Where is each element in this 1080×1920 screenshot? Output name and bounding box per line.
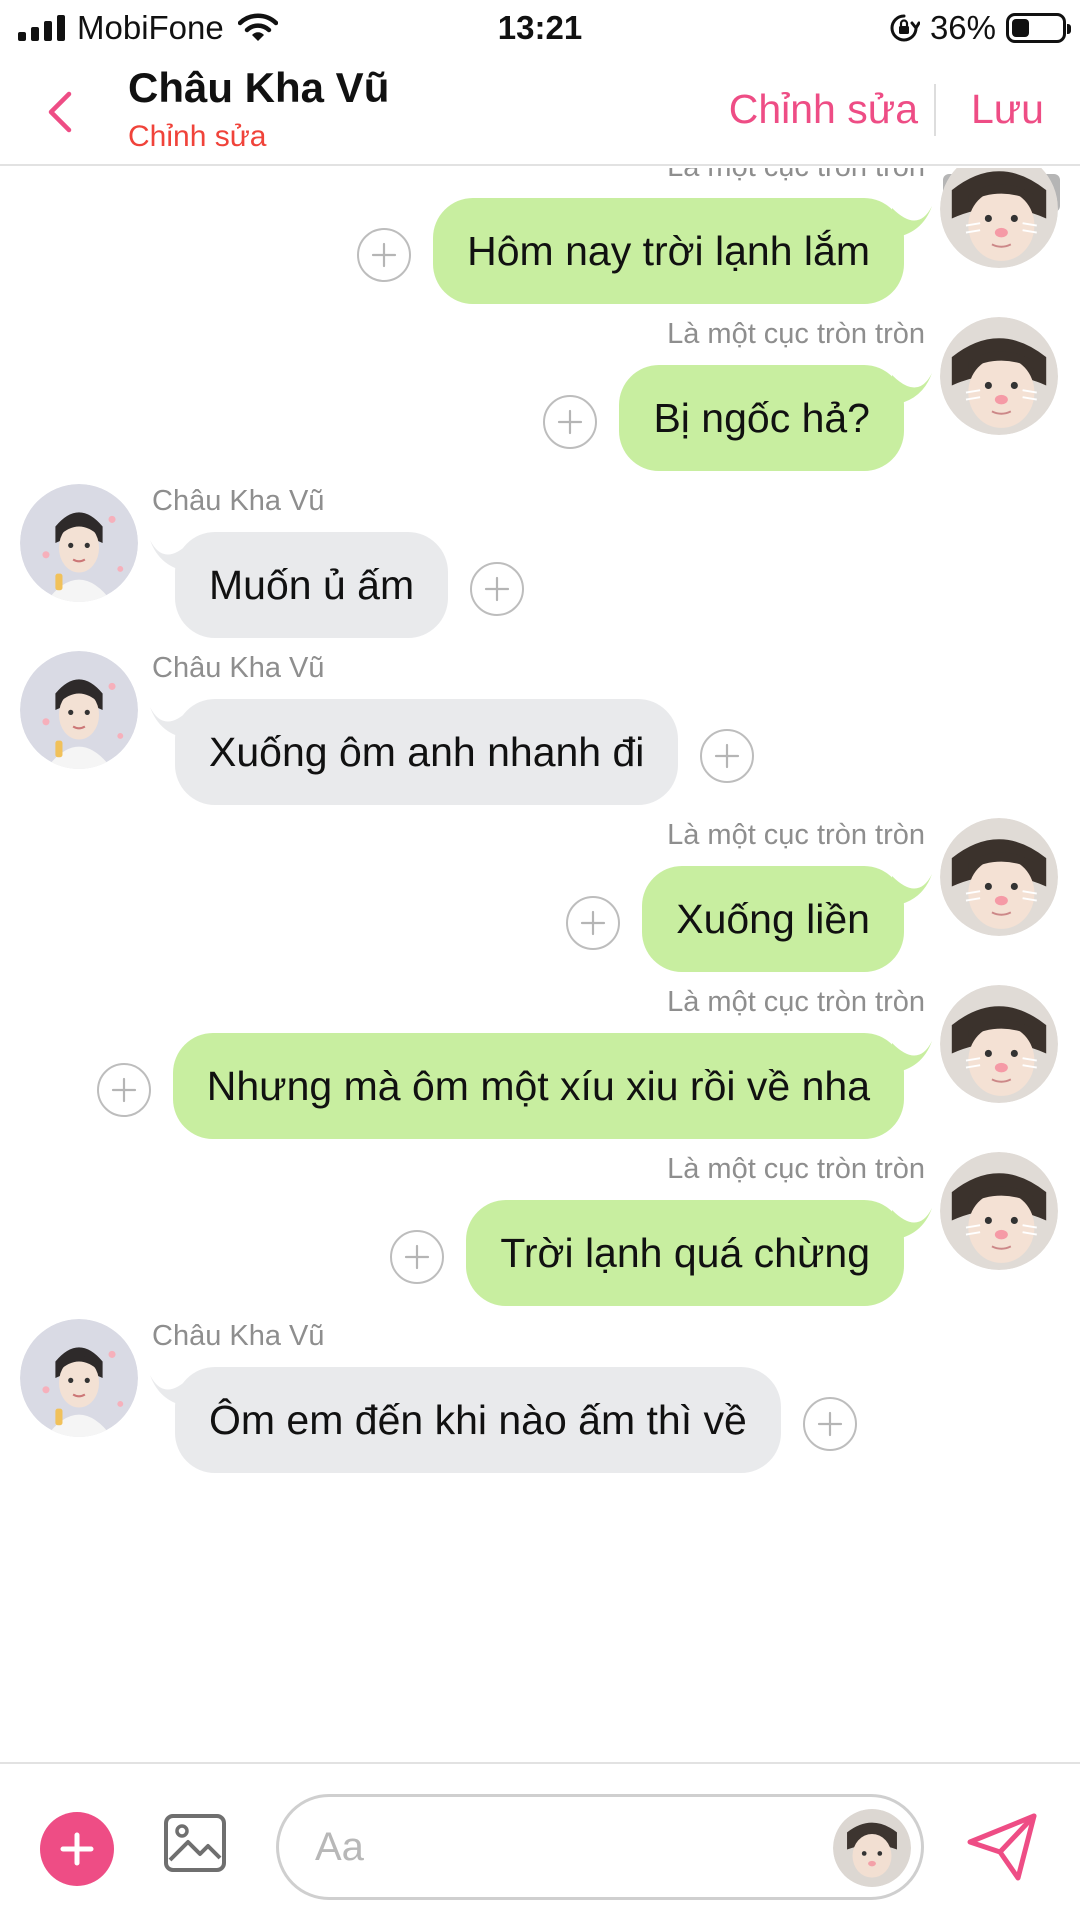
avatar[interactable] — [940, 317, 1058, 435]
message-row: Châu Kha Vũ Muốn ủ ấm — [0, 484, 1080, 654]
avatar[interactable] — [940, 168, 1058, 268]
message-bubble[interactable]: Bị ngốc hả? — [619, 365, 904, 471]
plus-icon — [580, 910, 606, 936]
plus-icon — [111, 1077, 137, 1103]
message-row: Châu Kha Vũ Xuống ôm anh nhanh đi — [0, 651, 1080, 821]
add-reaction-button[interactable] — [700, 729, 754, 783]
avatar[interactable] — [20, 1319, 138, 1437]
message-row: Là một cục tròn tròn Nhưng mà ôm một xíu … — [0, 985, 1080, 1155]
image-icon — [164, 1814, 226, 1872]
sender-name: Là một cục tròn tròn — [667, 168, 925, 184]
sender-name: Châu Kha Vũ — [152, 652, 325, 684]
image-button[interactable] — [162, 1810, 228, 1876]
header-divider — [934, 84, 936, 136]
avatar[interactable] — [833, 1809, 911, 1887]
sender-name: Châu Kha Vũ — [152, 485, 325, 517]
sender-name: Châu Kha Vũ — [152, 1320, 325, 1352]
plus-icon — [60, 1832, 94, 1866]
add-reaction-button[interactable] — [97, 1063, 151, 1117]
status-bar: MobiFone 13:21 36% — [0, 0, 1080, 58]
battery-percent: 36% — [929, 9, 996, 46]
message-input-wrapper — [276, 1794, 924, 1900]
add-reaction-button[interactable] — [543, 395, 597, 449]
message-bubble[interactable]: Trời lạnh quá chừng — [466, 1200, 904, 1306]
message-bubble[interactable]: Muốn ủ ấm — [175, 532, 449, 638]
message-row: 156 joyLà một cục tròn trònHôm nay trời … — [0, 168, 1080, 320]
add-reaction-button[interactable] — [803, 1397, 857, 1451]
message-bubble[interactable]: Ôm em đến khi nào ấm thì về — [175, 1367, 781, 1473]
message-row: Là một cục tròn tròn Trời lạnh quá chừng — [0, 1152, 1080, 1322]
message-row: Châu Kha Vũ Ôm em đến khi nào ấm thì về — [0, 1319, 1080, 1489]
back-button[interactable] — [30, 80, 90, 144]
battery-icon — [1006, 13, 1071, 43]
message-row: Là một cục tròn tròn Bị ngốc hả? — [0, 317, 1080, 487]
sender-name: Là một cục tròn tròn — [667, 819, 925, 851]
message-input[interactable] — [315, 1817, 755, 1877]
add-reaction-button[interactable] — [357, 228, 411, 282]
message-row: Là một cục tròn tròn Xuống liền — [0, 818, 1080, 988]
add-reaction-button[interactable] — [390, 1230, 444, 1284]
plus-icon — [371, 242, 397, 268]
edit-subtitle-link[interactable]: Chỉnh sửa — [128, 120, 267, 154]
message-bubble[interactable]: Hôm nay trời lạnh lắm — [433, 198, 904, 304]
avatar[interactable] — [940, 1152, 1058, 1270]
message-bubble[interactable]: Nhưng mà ôm một xíu xiu rồi về nha — [172, 1033, 904, 1139]
send-icon — [967, 1813, 1037, 1881]
send-button[interactable] — [964, 1808, 1040, 1884]
chevron-left-icon — [48, 91, 72, 133]
page-title: Châu Kha Vũ — [128, 64, 390, 111]
plus-icon — [557, 409, 583, 435]
avatar[interactable] — [940, 818, 1058, 936]
add-reaction-button[interactable] — [566, 896, 620, 950]
message-bubble[interactable]: Xuống liền — [642, 866, 904, 972]
composer-bar — [0, 1762, 1080, 1920]
plus-icon — [484, 576, 510, 602]
plus-icon — [404, 1244, 430, 1270]
sender-name: Là một cục tròn tròn — [667, 986, 925, 1018]
plus-icon — [817, 1411, 843, 1437]
edit-button[interactable]: Chỉnh sửa — [729, 86, 918, 133]
add-attachment-button[interactable] — [40, 1812, 114, 1886]
rotation-lock-icon — [890, 14, 920, 42]
message-bubble[interactable]: Xuống ôm anh nhanh đi — [175, 699, 679, 805]
battery-level — [1012, 19, 1029, 37]
message-list[interactable]: 156 joyLà một cục tròn trònHôm nay trời … — [0, 168, 1080, 1762]
chat-header: Châu Kha Vũ Chỉnh sửa Chỉnh sửa Lưu — [0, 58, 1080, 166]
sender-name: Là một cục tròn tròn — [667, 318, 925, 350]
avatar[interactable] — [20, 651, 138, 769]
add-reaction-button[interactable] — [470, 562, 524, 616]
save-button[interactable]: Lưu — [971, 86, 1044, 133]
sender-name: Là một cục tròn tròn — [667, 1153, 925, 1185]
plus-icon — [714, 743, 740, 769]
avatar[interactable] — [20, 484, 138, 602]
status-right: 36% — [888, 8, 1071, 48]
avatar[interactable] — [940, 985, 1058, 1103]
